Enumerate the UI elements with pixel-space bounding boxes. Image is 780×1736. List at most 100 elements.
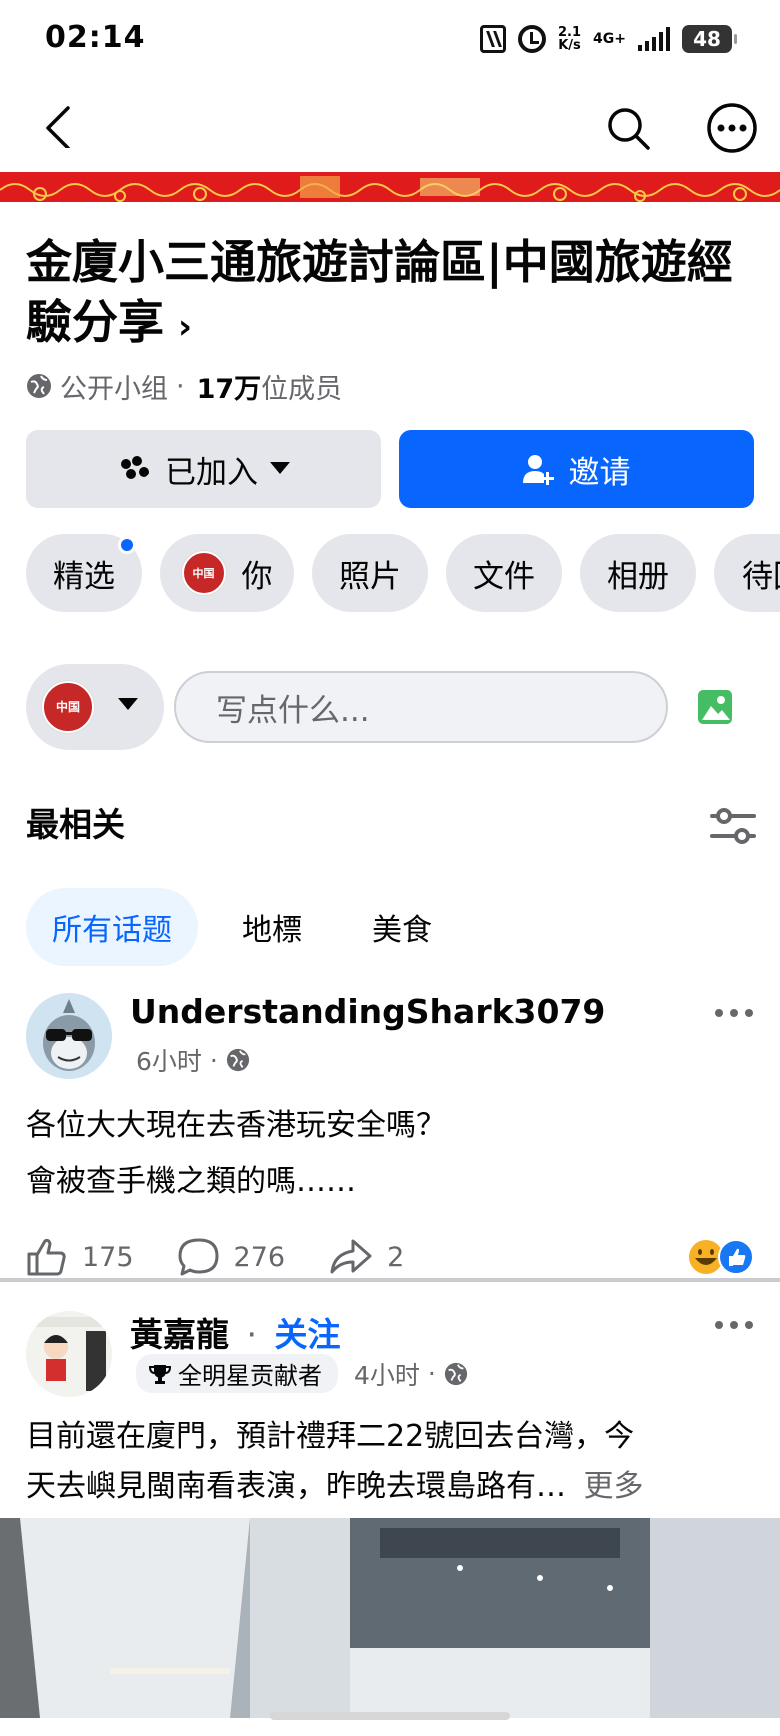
group-privacy: 公开小组 [60,373,168,405]
tab-albums[interactable]: 相册 [580,534,696,612]
share-count: 2 [387,1241,405,1273]
caret-down-icon [270,462,290,474]
post-text-line: 天去嶼見閩南看表演，昨晚去環島路有… [26,1469,566,1504]
avatar[interactable] [26,993,112,1079]
network-speed-unit: K/s [558,38,581,53]
more-icon[interactable] [706,102,758,154]
tab-you-label: 你 [241,558,273,595]
meta-dot: · [246,1315,258,1354]
post-author-name[interactable]: 黃嘉龍 [130,1315,229,1354]
post-text-line-2: 天去嶼見閩南看表演，昨晚去環島路有… 更多 [26,1462,756,1512]
topic-all[interactable]: 所有话题 [26,888,198,966]
sort-row: 最相关 [26,800,756,850]
topic-landmarks[interactable]: 地標 [216,888,328,966]
topic-tabs: 所有话题 地標 美食 [26,888,476,966]
meta-dot: · [209,1045,218,1075]
caret-down-icon [118,698,138,710]
group-avatar-text: 中国 [192,566,215,580]
tab-pending-label: 待回 [742,558,780,595]
trophy-icon [148,1364,172,1384]
cover-pattern [0,172,780,202]
composer-avatar-text: 中国 [55,699,80,714]
nfc-icon [480,25,506,53]
composer-input[interactable]: 写点什么... [174,671,668,743]
post-text-line: 目前還在廈門，預計禮拜二22號回去台灣，今 [26,1419,635,1454]
see-more-link[interactable]: 更多 [584,1469,644,1504]
globe-icon [27,374,51,398]
photo-icon[interactable] [696,686,734,726]
chevron-left-icon[interactable] [40,104,84,148]
post-author: 黃嘉龍 · 关注 [130,1308,341,1356]
post-time[interactable]: 6小时 [136,1042,202,1078]
member-count: 17万 [196,373,262,405]
comment-icon [178,1238,219,1276]
cover-photo[interactable] [0,172,780,202]
post-separator [0,1278,780,1282]
status-icons: 2.1 K/s 4G+ 48 [480,22,737,56]
filter-icon[interactable] [710,806,756,846]
tab-featured-label: 精选 [53,558,115,595]
signal-icon [638,27,670,51]
sort-title: 最相关 [26,805,125,844]
search-icon[interactable] [604,104,654,154]
post-image[interactable] [0,1518,780,1718]
network-speed: 2.1 K/s [558,26,581,52]
tab-you[interactable]: 中国 你 [160,534,294,612]
badge-label: 全明星贡献者 [178,1362,322,1390]
post-item: UnderstandingShark3079 6小时 · 各位大大現在去香港玩安… [0,990,780,1280]
chevron-right-icon: › [178,307,193,347]
joined-button[interactable]: 已加入 [26,430,381,508]
status-bar: 02:14 2.1 K/s 4G+ 48 [0,0,780,80]
comment-count: 276 [233,1241,286,1273]
status-time: 02:14 [45,20,146,55]
invite-button[interactable]: 邀请 [399,430,754,508]
tab-pending[interactable]: 待回 [714,534,780,612]
comment-button[interactable]: 276 [178,1237,286,1277]
tab-albums-label: 相册 [607,558,669,595]
members-icon [121,456,150,484]
group-meta: 公开小组 · 17万 位成员 [26,368,343,405]
post-text-line: 會被查手機之類的嗎…… [26,1164,356,1199]
interior-photo [0,1518,780,1718]
avatar[interactable] [26,1311,112,1397]
top-nav [0,82,780,172]
tab-featured[interactable]: 精选 [26,534,142,612]
group-title[interactable]: 金廈小三通旅遊討論區|中國旅遊經驗分享 › [26,232,746,357]
meta-separator: · [176,370,185,402]
add-person-icon [522,455,554,485]
shark-avatar-image [26,993,112,1079]
post-meta: 全明星贡献者 4小时 · [136,1354,468,1393]
share-icon [330,1239,372,1274]
contributor-badge[interactable]: 全明星贡献者 [136,1354,338,1393]
battery-icon: 48 [682,25,737,53]
cartoon-avatar-image [26,1311,112,1397]
invite-label: 邀请 [568,454,631,491]
post-actions: 175 276 2 [26,1230,756,1284]
group-tabs: 精选 中国 你 照片 文件 相册 待回 [26,534,780,612]
post-more-icon[interactable] [714,1008,754,1018]
post-author[interactable]: UnderstandingShark3079 [130,992,605,1031]
post-more-icon[interactable] [714,1320,754,1330]
reactions-icon[interactable] [686,1238,756,1276]
joined-label: 已加入 [165,454,258,491]
home-indicator[interactable] [270,1712,510,1720]
post-text: 目前還在廈門，預計禮拜二22號回去台灣，今 天去嶼見閩南看表演，昨晚去環島路有…… [26,1412,756,1512]
topic-food[interactable]: 美食 [346,888,458,966]
globe-icon [444,1362,467,1385]
composer-avatar: 中国 [42,681,94,733]
share-button[interactable]: 2 [329,1237,404,1277]
tab-files[interactable]: 文件 [446,534,562,612]
post-meta: 6小时 · [136,1042,250,1078]
post-as-selector[interactable]: 中国 [26,664,164,750]
tab-photos[interactable]: 照片 [312,534,428,612]
composer-placeholder: 写点什么... [216,692,370,729]
member-suffix: 位成员 [261,373,343,405]
alarm-icon [518,25,546,53]
follow-button[interactable]: 关注 [275,1315,341,1354]
like-count: 175 [82,1241,134,1273]
post-composer: 中国 写点什么... [26,664,756,750]
group-name: 金廈小三通旅遊討論區|中國旅遊經驗分享 [26,235,733,349]
post-time[interactable]: 4小时 [354,1356,420,1392]
tab-photos-label: 照片 [339,558,401,595]
like-button[interactable]: 175 [26,1237,134,1277]
